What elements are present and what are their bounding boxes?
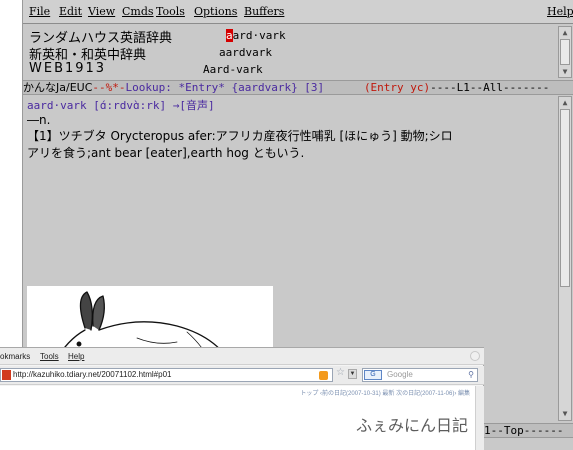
url-dropdown-icon[interactable]: ▼ (348, 369, 357, 379)
dict-word-chujiten[interactable]: aardvark (219, 46, 272, 59)
dictionary-list-pane[interactable]: ランダムハウス英語辞典 aard·vark 新英和・和英中辞典 aardvark… (23, 24, 572, 80)
browser-content: トップ ‹前の日記(2007-10-31) 最新 次の日記(2007-11-06… (0, 386, 484, 450)
emacs-menubar: File Edit View Cmds Tools Options Buffer… (23, 0, 573, 24)
menu-cmds[interactable]: Cmds (122, 5, 154, 18)
menu-bookmarks[interactable]: okmarks (0, 352, 30, 361)
diary-title: ふぇみにん日記 (355, 416, 468, 435)
dict-scrollbar[interactable]: ▲ ▼ (558, 26, 572, 78)
browser-menubar: okmarks Tools Help (0, 348, 484, 365)
modeline-status: --%*- (92, 81, 126, 94)
modeline-input-method: かんなJa/EUC (23, 81, 93, 94)
entry-definition-line-1: 【1】ツチブタ Orycteropus afer:アフリカ産夜行性哺乳 [ほにゅ… (27, 129, 453, 143)
menu-buffers[interactable]: Buffers (244, 5, 284, 18)
entry-headword: aard·vark [ɑ́:rdvɑ̀:rk] →[音声] (27, 99, 215, 112)
site-favicon-icon (2, 370, 11, 380)
modeline-entry-position: 1--Top------ (484, 424, 564, 437)
scroll-up-icon[interactable]: ▲ (559, 97, 571, 108)
menu-help[interactable]: Help (68, 352, 84, 361)
modeline-position: ----L1--All------- (430, 81, 550, 94)
browser-window: okmarks Tools Help http://kazuhiko.tdiar… (0, 347, 484, 450)
dict-word-rest: ard·vark (232, 29, 286, 42)
menu-view[interactable]: View (88, 5, 115, 18)
menu-help[interactable]: Help (547, 5, 573, 18)
search-engine-icon[interactable]: G (364, 370, 382, 380)
scroll-down-icon[interactable]: ▼ (559, 408, 571, 419)
rss-icon[interactable] (319, 371, 328, 380)
dict-word-randomhouse[interactable]: aard·vark (226, 29, 286, 42)
menu-file[interactable]: File (29, 5, 50, 18)
modeline-gap (324, 81, 364, 94)
modeline-mode: (Entry yc) (363, 81, 431, 94)
star-icon[interactable]: ☆ (336, 367, 345, 379)
scroll-down-icon[interactable]: ▼ (559, 66, 571, 77)
magnifier-icon[interactable]: ⚲ (468, 369, 474, 381)
url-text[interactable]: http://kazuhiko.tdiary.net/20071102.html… (13, 369, 171, 381)
dict-name-web1913[interactable]: WEB1913 (29, 61, 106, 76)
menu-tools[interactable]: Tools (40, 352, 59, 361)
menu-edit[interactable]: Edit (59, 5, 82, 18)
scroll-up-icon[interactable]: ▲ (559, 27, 571, 38)
throbber-icon (470, 351, 480, 361)
menu-options[interactable]: Options (194, 5, 237, 18)
entry-pos: ―n. (27, 113, 51, 127)
search-box[interactable]: G Google ⚲ (362, 368, 478, 382)
url-bar[interactable]: http://kazuhiko.tdiary.net/20071102.html… (0, 368, 333, 382)
diary-top-nav[interactable]: トップ ‹前の日記(2007-10-31) 最新 次の日記(2007-11-06… (300, 388, 470, 397)
dict-word-web1913[interactable]: Aard-vark (203, 63, 263, 76)
modeline-buffer: Lookup: *Entry* {aardvark} [3] (125, 81, 325, 94)
search-placeholder: Google (387, 370, 413, 379)
modeline-entry: 1--Top------ (484, 423, 573, 438)
browser-scrollbar[interactable] (475, 386, 484, 450)
entry-scroll-thumb[interactable] (560, 109, 570, 287)
modeline-lookup: かんなJa/EUC--%*-Lookup: *Entry* {aardvark}… (23, 80, 573, 95)
text-cursor: a (226, 29, 233, 42)
menu-tools[interactable]: Tools (156, 5, 185, 18)
dict-scroll-thumb[interactable] (560, 39, 570, 65)
entry-scrollbar[interactable]: ▲ ▼ (558, 96, 572, 421)
browser-navbar: http://kazuhiko.tdiary.net/20071102.html… (0, 366, 484, 385)
entry-definition-line-2: アリを食う;ant bear [eater],earth hog ともいう. (27, 146, 305, 160)
